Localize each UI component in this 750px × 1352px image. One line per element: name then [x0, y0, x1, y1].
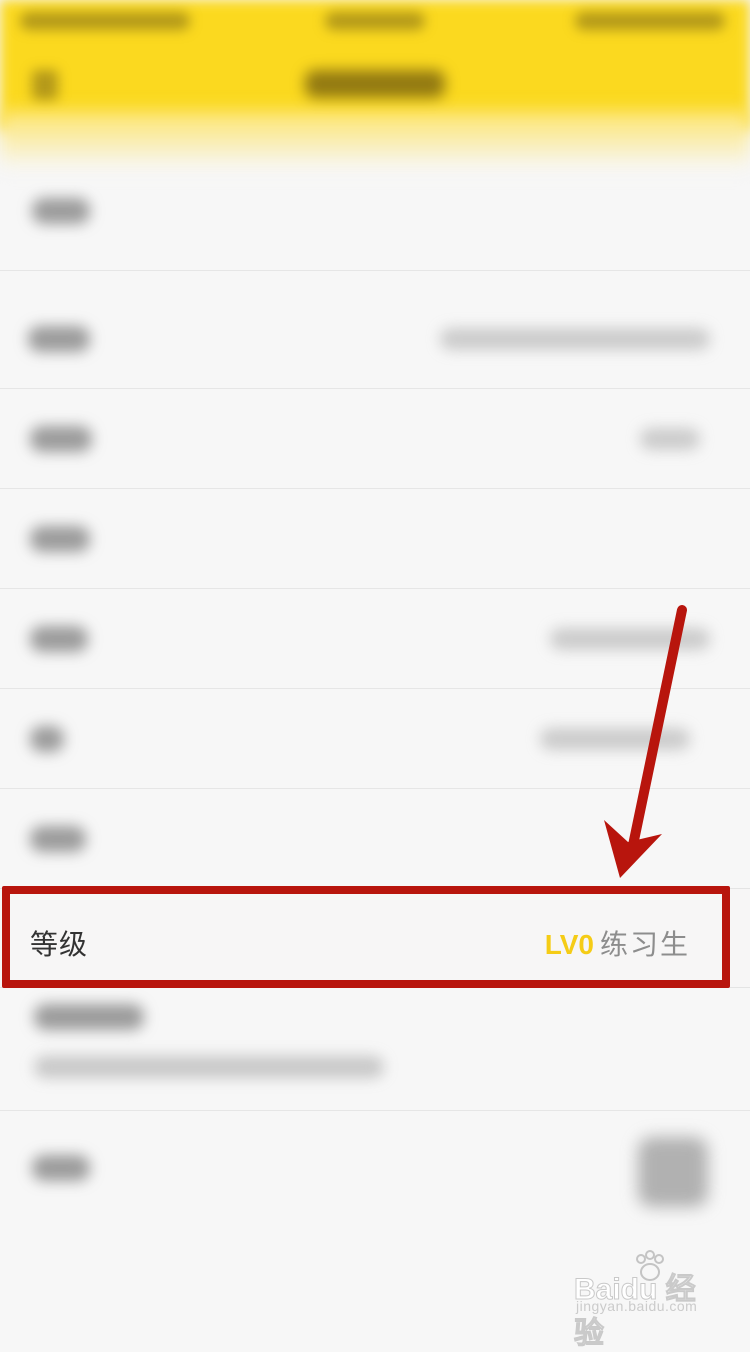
baidu-watermark: Baidu 经验 jingyan.baidu.com	[574, 1250, 724, 1351]
annotation-arrow-icon	[604, 605, 687, 878]
watermark-url: jingyan.baidu.com	[576, 1298, 698, 1314]
